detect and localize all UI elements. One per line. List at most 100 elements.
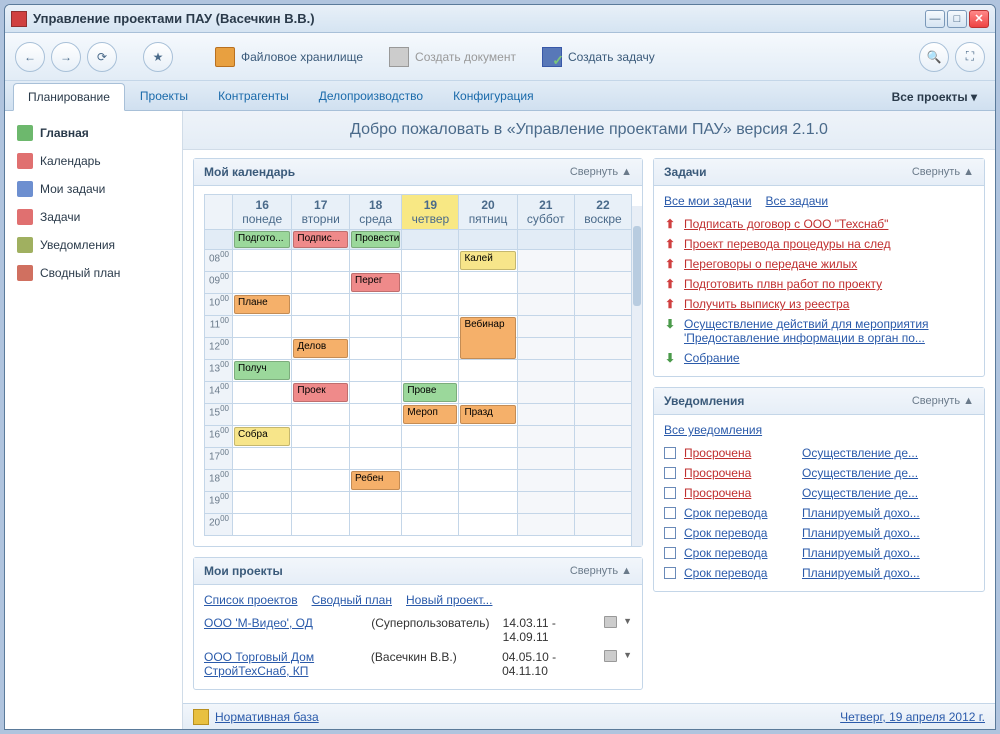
tasks-filter-link[interactable]: Все задачи [766,194,829,208]
notification-status[interactable]: Срок перевода [684,546,794,560]
task-link[interactable]: Собрание [684,351,974,365]
day-header[interactable]: 18 среда [350,195,402,230]
notification-subject[interactable]: Планируемый дохо... [802,506,974,520]
calendar-event[interactable]: Празд [460,405,515,424]
sidebar-item-tasks[interactable]: Задачи [5,203,182,231]
allday-event[interactable]: Подпис... [293,231,348,248]
notification-checkbox[interactable] [664,467,676,479]
notification-row: Срок перевода Планируемый дохо... [664,543,974,563]
normative-icon [193,709,209,725]
minimize-button[interactable]: — [925,10,945,28]
task-link[interactable]: Проект перевода процедуры на след [684,237,974,251]
allday-event[interactable]: Провести [351,231,400,248]
project-link[interactable]: Новый проект... [406,593,492,607]
all-notifications-link[interactable]: Все уведомления [664,423,762,437]
calendar-scrollbar[interactable] [631,206,642,546]
favorite-button[interactable]: ★ [143,42,173,72]
notification-subject[interactable]: Осуществление де... [802,466,974,480]
time-label: 1300 [205,360,233,382]
project-icon[interactable] [604,616,617,628]
tab-3[interactable]: Делопроизводство [304,82,438,110]
day-header[interactable]: 22 воскре [574,195,631,230]
calendar-collapse[interactable]: Свернуть ▲ [570,166,632,178]
fullscreen-button[interactable]: ⛶ [955,42,985,72]
notification-subject[interactable]: Планируемый дохо... [802,566,974,580]
day-header[interactable]: 16 понеде [233,195,292,230]
calendar-event[interactable]: Получ [234,361,290,380]
task-link[interactable]: Осуществление действий для мероприятия '… [684,317,974,345]
time-label: 1800 [205,470,233,492]
calendar-event[interactable]: Плане [234,295,290,314]
calendar-event[interactable]: Ребен [351,471,400,490]
task-link[interactable]: Переговоры о передаче жилых [684,257,974,271]
sidebar-item-notif[interactable]: Уведомления [5,231,182,259]
calendar-event[interactable]: Проек [293,383,348,402]
sidebar-item-mytask[interactable]: Мои задачи [5,175,182,203]
back-button[interactable]: ← [15,42,45,72]
day-header[interactable]: 21 суббот [517,195,574,230]
time-label: 1600 [205,426,233,448]
refresh-button[interactable]: ⟳ [87,42,117,72]
footer-date[interactable]: Четверг, 19 апреля 2012 г. [840,710,985,724]
notification-checkbox[interactable] [664,487,676,499]
calendar-event[interactable]: Калей [460,251,515,270]
tasks-icon [17,209,33,225]
notification-checkbox[interactable] [664,447,676,459]
project-name-link[interactable]: ООО 'М-Видео', ОД [204,616,313,630]
tab-0[interactable]: Планирование [13,83,125,111]
day-header[interactable]: 19 четвер [402,195,459,230]
create-document-button[interactable]: Создать документ [379,42,526,72]
maximize-button[interactable]: □ [947,10,967,28]
calendar-event[interactable]: Собра [234,427,290,446]
notification-checkbox[interactable] [664,527,676,539]
create-task-button[interactable]: Создать задачу [532,42,665,72]
tasks-collapse[interactable]: Свернуть ▲ [912,166,974,178]
all-projects-dropdown[interactable]: Все проекты ▾ [882,84,987,110]
notifications-collapse[interactable]: Свернуть ▲ [912,395,974,407]
notification-status[interactable]: Просрочена [684,466,794,480]
notification-subject[interactable]: Осуществление де... [802,486,974,500]
task-link[interactable]: Подписать договор с ООО "Техснаб" [684,217,974,231]
notification-status[interactable]: Срок перевода [684,566,794,580]
calendar-event[interactable]: Прове [403,383,457,402]
file-storage-button[interactable]: Файловое хранилище [205,42,373,72]
tab-2[interactable]: Контрагенты [203,82,304,110]
notification-status[interactable]: Просрочена [684,446,794,460]
calendar-panel: Мой календарь Свернуть ▲ 16 понеде17 вто… [193,158,643,547]
sidebar-item-plan[interactable]: Сводный план [5,259,182,287]
notification-checkbox[interactable] [664,547,676,559]
notification-subject[interactable]: Планируемый дохо... [802,526,974,540]
notification-status[interactable]: Срок перевода [684,506,794,520]
close-button[interactable]: ✕ [969,10,989,28]
task-link[interactable]: Получить выписку из реестра [684,297,974,311]
notification-checkbox[interactable] [664,567,676,579]
calendar-event[interactable]: Делов [293,339,348,358]
allday-event[interactable]: Подгото... [234,231,290,248]
day-header[interactable]: 20 пятниц [459,195,517,230]
day-header[interactable]: 17 вторни [292,195,350,230]
notification-checkbox[interactable] [664,507,676,519]
priority-down-icon: ⬇ [664,351,676,365]
project-name-link[interactable]: ООО Торговый Дом СтройТехСнаб, КП [204,650,314,678]
calendar-event[interactable]: Мероп [403,405,457,424]
search-button[interactable]: 🔍 [919,42,949,72]
priority-up-icon: ⬆ [664,237,676,251]
tab-4[interactable]: Конфигурация [438,82,549,110]
notification-subject[interactable]: Осуществление де... [802,446,974,460]
tab-1[interactable]: Проекты [125,82,203,110]
project-link[interactable]: Список проектов [204,593,298,607]
notification-subject[interactable]: Планируемый дохо... [802,546,974,560]
projects-collapse[interactable]: Свернуть ▲ [570,565,632,577]
tasks-filter-link[interactable]: Все мои задачи [664,194,752,208]
notification-status[interactable]: Срок перевода [684,526,794,540]
normative-link[interactable]: Нормативная база [215,710,319,724]
forward-button[interactable]: → [51,42,81,72]
task-link[interactable]: Подготовить плвн работ по проекту [684,277,974,291]
calendar-event[interactable]: Перег [351,273,400,292]
project-icon[interactable] [604,650,617,662]
notification-status[interactable]: Просрочена [684,486,794,500]
sidebar-item-home[interactable]: Главная [5,119,182,147]
sidebar-item-cal[interactable]: Календарь [5,147,182,175]
project-link[interactable]: Сводный план [312,593,392,607]
notification-row: Срок перевода Планируемый дохо... [664,503,974,523]
